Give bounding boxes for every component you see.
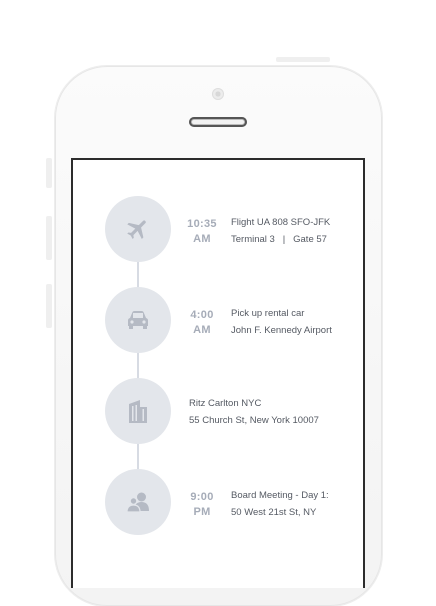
mute-switch: [46, 158, 52, 188]
event-title: Ritz Carlton NYC: [189, 398, 262, 409]
event-time: 10:35 AM: [187, 218, 217, 245]
power-button: [276, 57, 330, 62]
event-details: Pick up rental car John F. Kennedy Airpo…: [231, 305, 332, 339]
event-time: 4:00 AM: [190, 309, 214, 336]
timeline-connector: [137, 250, 139, 480]
volume-up-button: [46, 216, 52, 260]
building-icon[interactable]: [105, 378, 171, 444]
event-title: Flight UA 808 SFO-JFK: [231, 217, 331, 228]
earpiece-speaker: [189, 117, 247, 127]
front-camera: [212, 88, 224, 100]
car-icon[interactable]: [105, 287, 171, 353]
event-details: Ritz Carlton NYC 55 Church St, New York …: [189, 395, 319, 429]
event-title: Board Meeting - Day 1:: [231, 490, 329, 501]
volume-down-button: [46, 284, 52, 328]
event-details: Board Meeting - Day 1: 50 West 21st St, …: [231, 487, 329, 521]
event-subtitle: 50 West 21st St, NY: [231, 507, 317, 518]
meeting-people-icon[interactable]: [105, 469, 171, 535]
event-subtitle: John F. Kennedy Airport: [231, 325, 332, 336]
event-title: Pick up rental car: [231, 308, 305, 319]
event-details: Flight UA 808 SFO-JFK Terminal 3 | Gate …: [231, 214, 330, 248]
event-subtitle: 55 Church St, New York 10007: [189, 415, 319, 426]
event-time: 9:00 PM: [190, 491, 214, 518]
airplane-icon[interactable]: [105, 196, 171, 262]
event-subtitle: Terminal 3 | Gate 57: [231, 234, 327, 245]
